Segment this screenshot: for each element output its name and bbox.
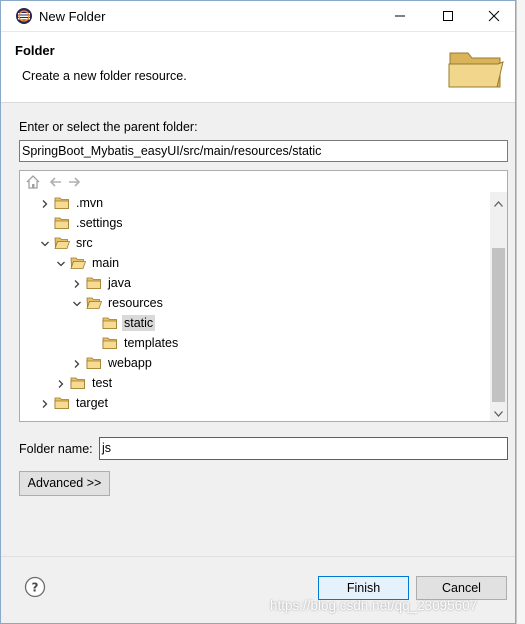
window-title: New Folder: [39, 9, 106, 24]
chevron-right-icon[interactable]: [56, 378, 66, 388]
tree-item-settings[interactable]: .settings: [40, 213, 340, 233]
tree-item-label: templates: [124, 336, 179, 350]
chevron-right-icon[interactable]: [40, 198, 50, 208]
folder-open-icon: [70, 256, 87, 270]
folder-icon: [86, 356, 102, 370]
tree-item-label: .settings: [76, 216, 123, 230]
button-bar-divider: [1, 556, 515, 557]
advanced-button[interactable]: Advanced >>: [19, 471, 110, 496]
back-arrow-icon[interactable]: [47, 174, 63, 193]
tree-item-java[interactable]: java: [72, 273, 372, 293]
scroll-down-arrow-icon[interactable]: [494, 406, 503, 420]
tree-item-label: src: [76, 236, 93, 250]
tree-item-templates[interactable]: templates: [88, 333, 388, 353]
chevron-down-icon[interactable]: [72, 298, 82, 308]
folder-name-label: Folder name:: [19, 442, 93, 456]
folder-wizard-icon: [447, 47, 505, 92]
tree-item-label: target: [76, 396, 108, 410]
tree-item-target[interactable]: target: [40, 393, 340, 413]
tree-item-resources[interactable]: resources: [72, 293, 372, 313]
folder-tree[interactable]: .mvn .settings src main java resources static t…: [19, 170, 508, 422]
chevron-down-icon[interactable]: [56, 258, 66, 268]
tree-item-label: .mvn: [76, 196, 104, 210]
chevron-right-icon[interactable]: [40, 398, 50, 408]
title-bar: New Folder: [1, 1, 515, 32]
folder-icon: [102, 316, 118, 330]
tree-item-test[interactable]: test: [56, 373, 356, 393]
folder-icon: [70, 376, 86, 390]
finish-button[interactable]: Finish: [318, 576, 409, 600]
folder-icon: [54, 396, 70, 410]
watermark: https://blog.csdn.net/qq_23095607: [270, 598, 478, 613]
wizard-title: Folder: [15, 43, 55, 58]
background-window: [516, 0, 525, 624]
chevron-right-icon[interactable]: [72, 278, 82, 288]
folder-open-icon: [86, 296, 103, 310]
folder-icon: [102, 336, 118, 350]
chevron-right-icon[interactable]: [72, 358, 82, 368]
minimize-button[interactable]: [377, 1, 423, 31]
help-icon[interactable]: ?: [24, 576, 46, 601]
home-icon[interactable]: [25, 174, 41, 193]
scroll-thumb[interactable]: [492, 248, 505, 402]
tree-item-main[interactable]: main: [56, 253, 356, 273]
close-button[interactable]: [471, 1, 517, 31]
tree-item-label: static: [122, 315, 156, 331]
folder-open-icon: [54, 236, 71, 250]
parent-folder-input[interactable]: SpringBoot_Mybatis_easyUI/src/main/resou…: [19, 140, 508, 162]
forward-arrow-icon[interactable]: [67, 174, 83, 193]
scroll-up-arrow-icon[interactable]: [494, 196, 503, 210]
tree-scrollbar[interactable]: [490, 192, 507, 421]
tree-item-label: webapp: [108, 356, 152, 370]
parent-folder-label: Enter or select the parent folder:: [19, 120, 198, 134]
chevron-down-icon[interactable]: [40, 238, 50, 248]
cancel-button[interactable]: Cancel: [416, 576, 507, 600]
svg-text:?: ?: [32, 581, 39, 595]
folder-icon: [86, 276, 102, 290]
tree-item-label: test: [92, 376, 113, 390]
folder-icon: [54, 196, 70, 210]
tree-item-label: main: [92, 256, 120, 270]
tree-item-mvn[interactable]: .mvn: [40, 193, 340, 213]
tree-item-label: resources: [108, 296, 163, 310]
maximize-button[interactable]: [425, 1, 471, 31]
wizard-header: Folder Create a new folder resource.: [1, 32, 515, 103]
folder-name-input[interactable]: js: [99, 437, 508, 460]
tree-item-src[interactable]: src: [40, 233, 340, 253]
tree-item-label: java: [108, 276, 131, 290]
folder-icon: [54, 216, 70, 230]
eclipse-app-icon: [15, 7, 33, 25]
new-folder-dialog: New Folder Folder Create a new folder re…: [0, 0, 516, 624]
wizard-description: Create a new folder resource.: [22, 69, 187, 83]
tree-item-webapp[interactable]: webapp: [72, 353, 372, 373]
tree-item-static[interactable]: static: [88, 313, 388, 333]
